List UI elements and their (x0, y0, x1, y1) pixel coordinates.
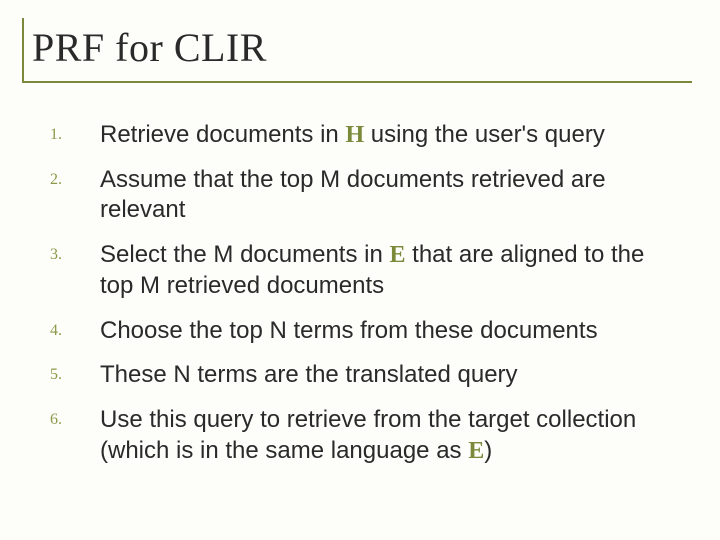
lang-token: H (345, 122, 364, 148)
list-item: 3. Select the M documents in E that are … (50, 240, 680, 301)
text-pre: These N terms are the translated query (100, 361, 518, 388)
title-rule: PRF for CLIR (22, 18, 692, 83)
text-pre: Select the M documents in (100, 241, 389, 268)
text-pre: Choose the top N terms from these docume… (100, 317, 598, 344)
item-number: 1. (50, 120, 100, 144)
lang-token: E (468, 438, 484, 464)
item-number: 6. (50, 405, 100, 429)
lang-token: E (389, 242, 405, 268)
list-body: 1. Retrieve documents in H using the use… (50, 120, 680, 480)
list-item: 5. These N terms are the translated quer… (50, 360, 680, 391)
list-item: 4. Choose the top N terms from these doc… (50, 316, 680, 347)
item-number: 3. (50, 240, 100, 264)
text-post: using the user's query (364, 121, 605, 148)
text-pre: Use this query to retrieve from the targ… (100, 406, 636, 464)
list-item: 1. Retrieve documents in H using the use… (50, 120, 680, 151)
item-text: Choose the top N terms from these docume… (100, 316, 680, 347)
list-item: 2. Assume that the top M documents retri… (50, 165, 680, 226)
item-number: 5. (50, 360, 100, 384)
item-text: Use this query to retrieve from the targ… (100, 405, 680, 466)
list-item: 6. Use this query to retrieve from the t… (50, 405, 680, 466)
text-pre: Assume that the top M documents retrieve… (100, 166, 606, 224)
item-text: These N terms are the translated query (100, 360, 680, 391)
item-number: 4. (50, 316, 100, 340)
item-text: Retrieve documents in H using the user's… (100, 120, 680, 151)
item-text: Select the M documents in E that are ali… (100, 240, 680, 301)
item-number: 2. (50, 165, 100, 189)
slide-title: PRF for CLIR (32, 25, 267, 70)
text-post: ) (484, 437, 492, 464)
title-block: PRF for CLIR (22, 18, 690, 83)
text-pre: Retrieve documents in (100, 121, 345, 148)
slide: PRF for CLIR 1. Retrieve documents in H … (0, 0, 720, 540)
item-text: Assume that the top M documents retrieve… (100, 165, 680, 226)
